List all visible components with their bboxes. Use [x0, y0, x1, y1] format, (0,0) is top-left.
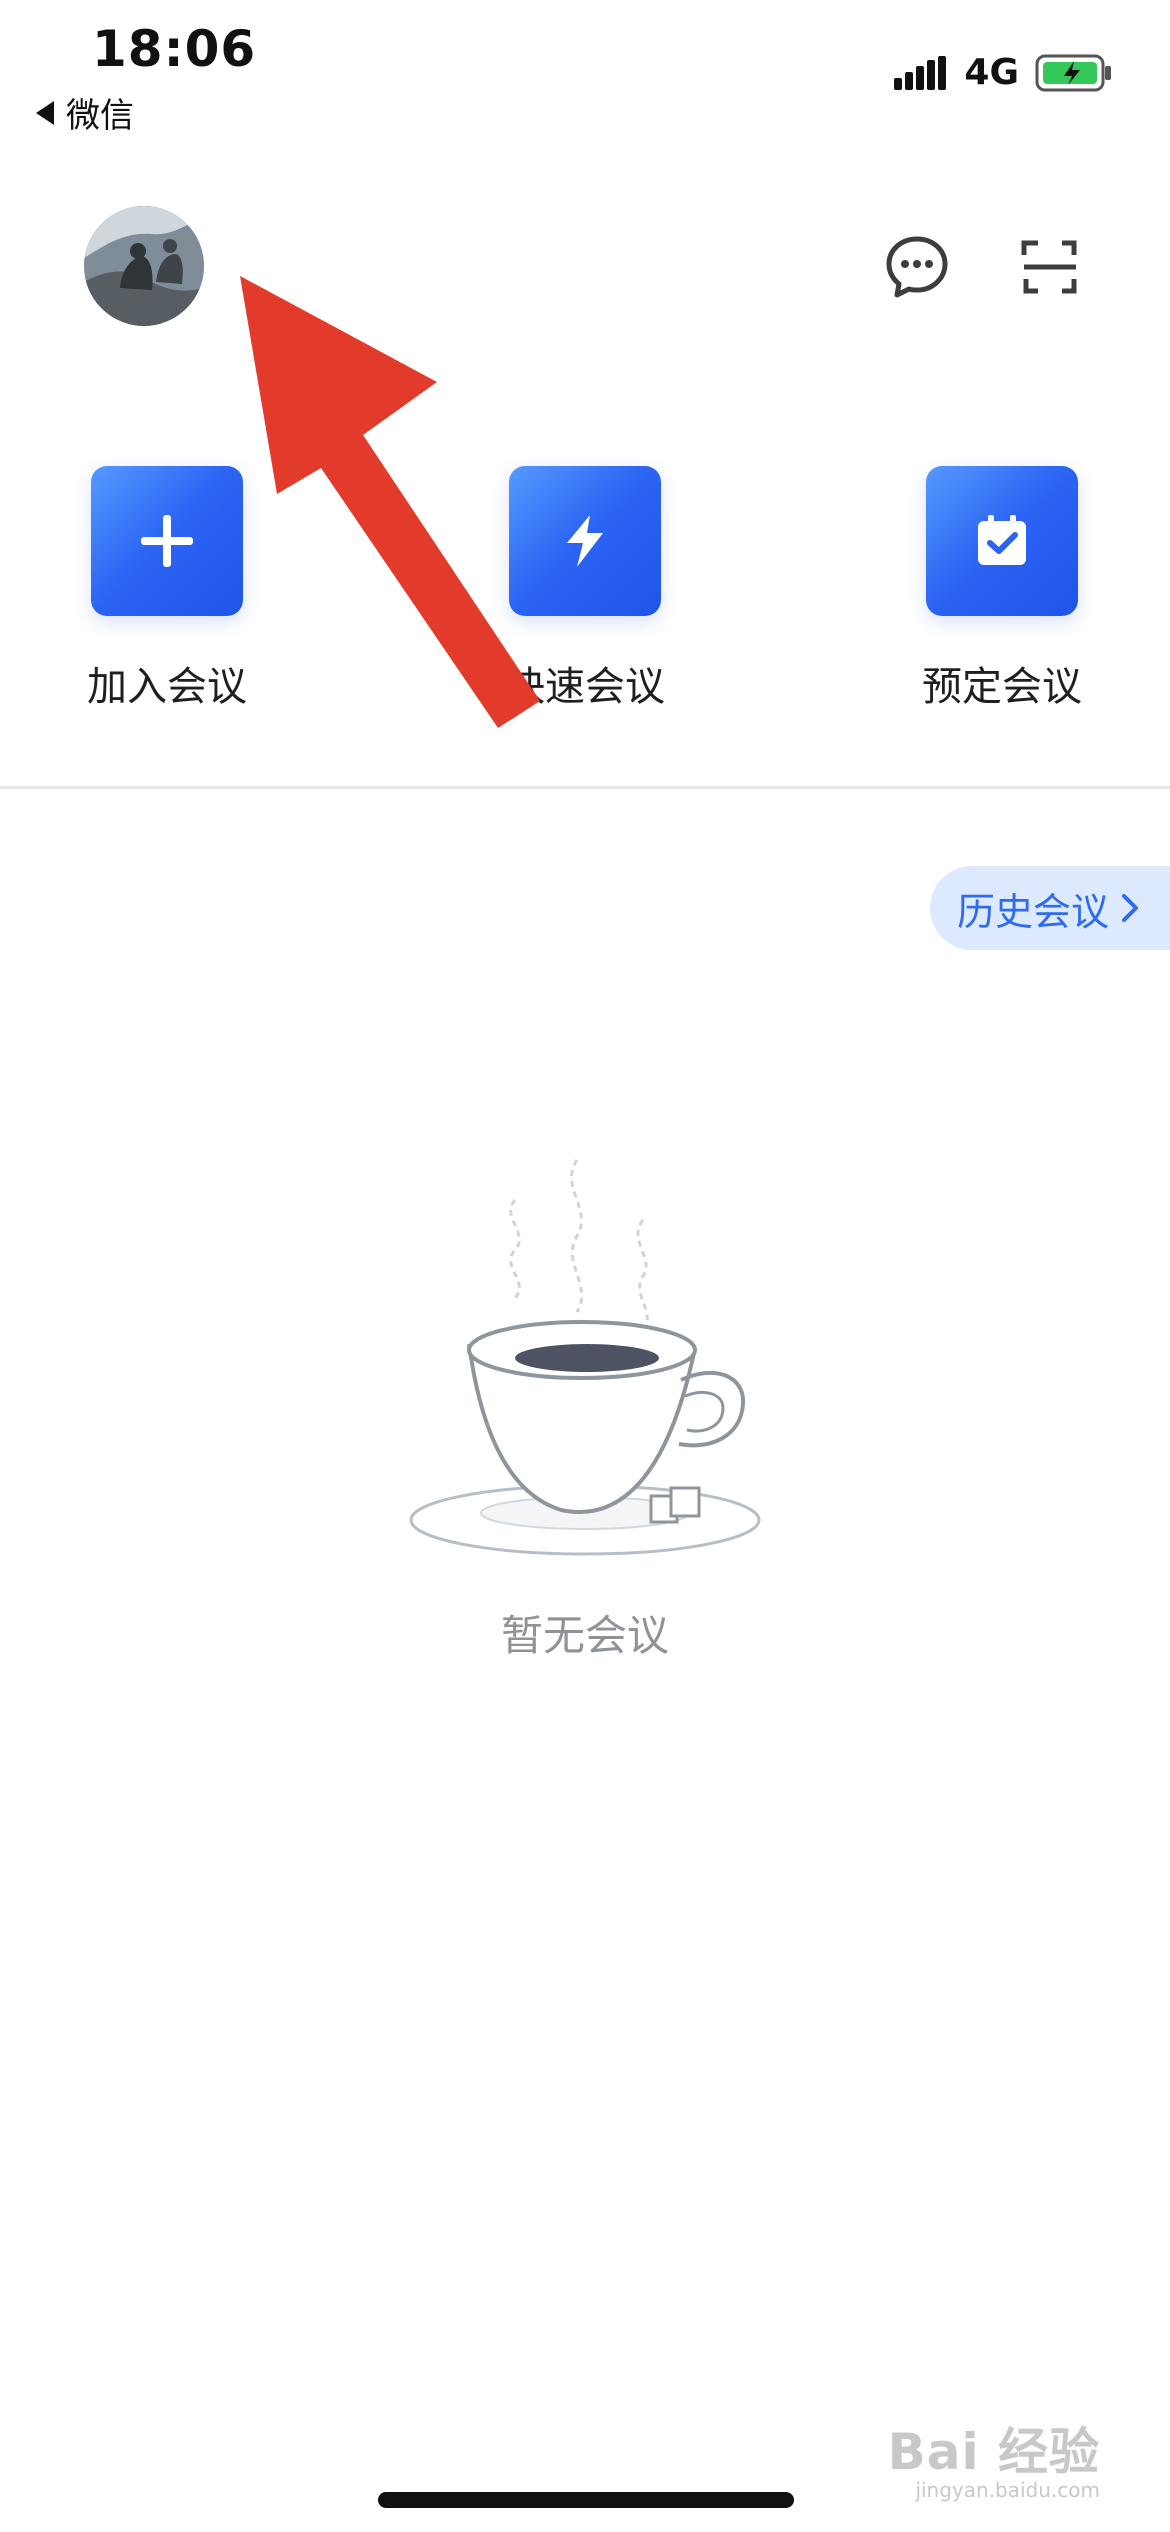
lightning-icon: [567, 515, 603, 567]
plus-icon: [141, 515, 193, 567]
watermark-site: jingyan.baidu.com: [915, 2478, 1100, 2502]
join-meeting-label: 加入会议: [87, 664, 247, 710]
chat-bubble-icon: [886, 236, 948, 298]
quick-meeting-action[interactable]: 快速会议: [480, 466, 690, 712]
chat-button[interactable]: [882, 232, 952, 302]
quick-meeting-label: 快速会议: [505, 664, 665, 710]
watermark-logo: Bai 经验: [887, 2423, 1100, 2481]
coffee-cup-icon: [409, 1159, 761, 1556]
quick-meeting-tile[interactable]: [509, 466, 661, 616]
history-label: 历史会议: [956, 889, 1109, 934]
avatar-photo-icon: [84, 206, 204, 326]
battery-charging-icon: [1035, 54, 1111, 91]
status-indicators: 4G: [894, 52, 1115, 93]
empty-state-text: 暂无会议: [500, 1611, 669, 1660]
home-indicator[interactable]: [378, 2492, 794, 2508]
schedule-meeting-label: 预定会议: [922, 664, 1082, 710]
scan-icon: [1021, 240, 1077, 294]
back-to-wechat-link[interactable]: 微信: [36, 88, 134, 137]
join-meeting-action[interactable]: 加入会议: [62, 466, 272, 712]
scan-button[interactable]: [1015, 232, 1085, 302]
signal-icon: [894, 55, 947, 90]
join-meeting-tile[interactable]: [91, 466, 243, 616]
back-triangle-icon: [36, 100, 54, 125]
status-time: 18:06: [92, 20, 257, 78]
history-meetings-button[interactable]: 历史会议: [930, 866, 1170, 950]
back-label: 微信: [66, 96, 134, 136]
meeting-home-page: 18:06 微信 4G 加入会议 快速会议 预定会议 历史会议 暂无会议 Bai…: [0, 0, 1170, 2532]
network-type: 4G: [964, 52, 1019, 93]
user-avatar[interactable]: [84, 206, 204, 326]
chevron-right-icon: [1122, 894, 1138, 922]
schedule-meeting-action[interactable]: 预定会议: [897, 466, 1107, 712]
calendar-check-icon: [978, 515, 1026, 565]
section-divider: [0, 786, 1170, 789]
schedule-meeting-tile[interactable]: [926, 466, 1078, 616]
